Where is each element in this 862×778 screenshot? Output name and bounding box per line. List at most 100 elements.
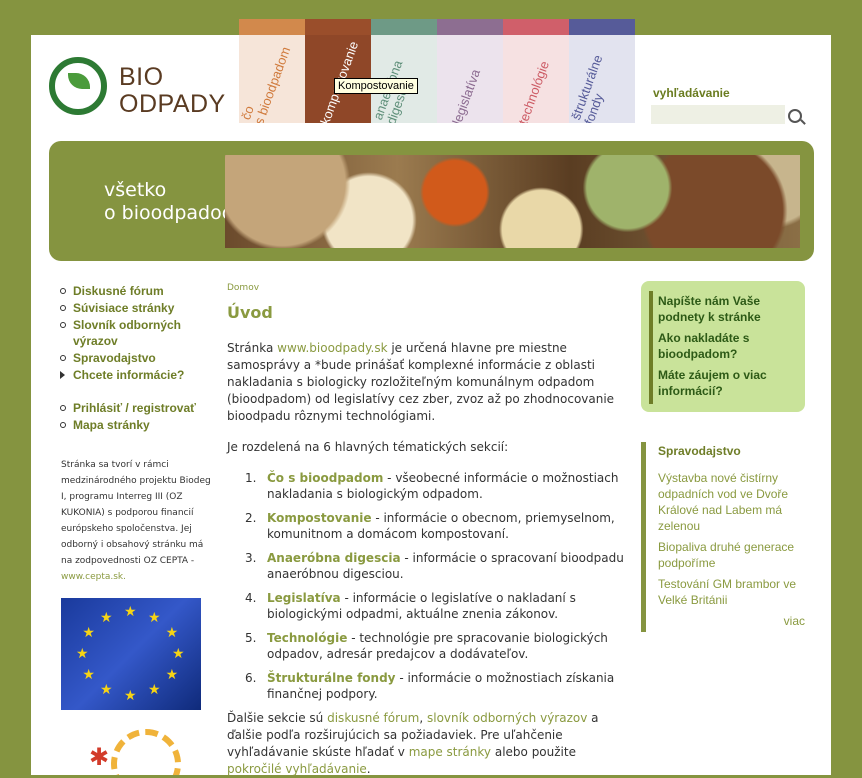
contact-box: Napíšte nám Vaše podnety k stránke Ako n… (641, 281, 805, 412)
section-link[interactable]: Legislatíva (267, 591, 341, 605)
nav-item[interactable]: Prihlásiť / registrovať (59, 400, 213, 416)
tab-body: čo s bioodpadom (239, 35, 305, 123)
section-item: 3. Anaeróbna digescia - informácie o spra… (227, 550, 627, 582)
section-link[interactable]: Čo s bioodpadom (267, 471, 383, 485)
star-icon: ★ (124, 604, 137, 620)
logo[interactable]: BIO ODPADY (31, 35, 226, 140)
news-item[interactable]: Biopaliva druhé generace podpoříme (658, 539, 803, 571)
nav-item[interactable]: Slovník odborných výrazov (59, 317, 213, 349)
cepta-link[interactable]: www.cepta.sk. (61, 572, 126, 582)
tab-label: legislatíva (449, 39, 493, 123)
footer-text-2: , (419, 711, 427, 725)
news-more-link[interactable]: viac (784, 614, 805, 628)
sitemap-link[interactable]: mape stránky (409, 745, 491, 759)
section-item: 1. Čo s bioodpadom - všeobecné informácie… (227, 470, 627, 502)
item-number: 2. (245, 511, 257, 525)
tab-color-bar (437, 19, 503, 35)
logo-text-line2: ODPADY (119, 90, 226, 118)
section-item: 4. Legislatíva - informácie o legislatíve… (227, 590, 627, 622)
star-icon: ★ (100, 609, 113, 626)
tab-label: technológie (515, 39, 559, 123)
footer-paragraph: Ďalšie sekcie sú diskusné fórum, slovník… (227, 710, 627, 778)
compost-photo (225, 155, 800, 248)
search-label: vyhľadávanie (653, 86, 730, 100)
advanced-search-link[interactable]: pokročilé vyhľadávanie (227, 762, 367, 776)
section-item: 6. Štrukturálne fondy - informácie o možn… (227, 670, 627, 702)
nav-item[interactable]: Spravodajstvo (59, 350, 213, 366)
sun-icon (111, 729, 181, 775)
info-link[interactable]: Máte záujem o viac informácií? (658, 367, 798, 399)
search-input[interactable] (651, 105, 785, 124)
tab-6[interactable]: štrukturálne fondy (569, 19, 635, 123)
tab-color-bar (503, 19, 569, 35)
footer-text-1: Ďalšie sekcie sú (227, 711, 328, 725)
main-content: Domov Úvod Stránka www.bioodpady.sk je u… (227, 283, 627, 778)
partner-logo: ✱ (61, 725, 201, 775)
sections-list: 1. Čo s bioodpadom - všeobecné informácie… (227, 470, 627, 702)
star-icon: ★ (82, 625, 95, 641)
star-icon: ★ (82, 667, 95, 683)
section-link[interactable]: Anaeróbna digescia (267, 551, 401, 565)
nav-item[interactable]: Diskusné fórum (59, 283, 213, 299)
tab-tooltip: Kompostovanie (334, 78, 418, 94)
banner-line2: o bioodpadoch (104, 202, 245, 224)
page: BIO ODPADY čos bioodpadomkompostovaniean… (31, 19, 831, 778)
star-icon: ★ (148, 609, 161, 626)
glossary-link[interactable]: slovník odborných výrazov (427, 711, 587, 725)
section-link[interactable]: Technológie (267, 631, 347, 645)
tab-3[interactable]: anaeróbnadigescia (371, 19, 437, 123)
footer-text-4: alebo použite (491, 745, 576, 759)
tab-body: štrukturálne fondy (569, 35, 635, 123)
star-icon: ★ (124, 688, 137, 704)
tab-4[interactable]: legislatíva (437, 19, 503, 123)
item-number: 4. (245, 591, 257, 605)
nav-item[interactable]: Chcete informácie? (59, 367, 213, 383)
item-number: 6. (245, 671, 257, 685)
banner-line1: všetko (104, 179, 167, 201)
tab-label: štrukturálne fondy (569, 34, 625, 123)
figure-icon: ✱ (89, 743, 110, 771)
section-item: 2. Kompostovanie - informácie o obecnom, … (227, 510, 627, 542)
survey-link[interactable]: Ako nakladáte s bioodpadom? (658, 330, 798, 362)
star-icon: ★ (100, 682, 113, 699)
news-item[interactable]: Testování GM brambor ve Velké Británii (658, 576, 803, 608)
breadcrumb[interactable]: Domov (227, 283, 627, 293)
project-note: Stránka sa tvorí v rámci medzinárodného … (61, 457, 211, 585)
box-accent (649, 291, 653, 404)
star-icon: ★ (165, 625, 179, 641)
footer-text-5: . (366, 762, 371, 776)
tab-label: čo s bioodpadom (239, 34, 295, 123)
star-icon: ★ (165, 667, 179, 683)
tab-color-bar (239, 19, 305, 35)
news-accent (641, 442, 646, 632)
banner-slogan: všetko o bioodpadoch (104, 179, 244, 225)
star-icon: ★ (76, 646, 89, 662)
site-link[interactable]: www.bioodpady.sk (277, 341, 387, 355)
feedback-link[interactable]: Napíšte nám Vaše podnety k stránke (658, 293, 798, 325)
star-icon: ★ (148, 682, 161, 699)
header-banner: všetko o bioodpadoch (49, 141, 814, 261)
tab-2[interactable]: kompostovanie (305, 19, 371, 123)
star-icon: ★ (172, 646, 185, 662)
news-heading: Spravodajstvo (658, 444, 741, 458)
project-note-text: Stránka sa tvorí v rámci medzinárodného … (61, 460, 211, 566)
tab-label-line1: legislatíva (449, 67, 484, 123)
nav-item[interactable]: Súvisiace stránky (59, 300, 213, 316)
tab-label-line1: technológie (515, 58, 553, 123)
tab-body: legislatíva (437, 35, 503, 123)
news-box: Spravodajstvo Výstavba nové čistírny odp… (641, 442, 805, 632)
news-item[interactable]: Výstavba nové čistírny odpadních vod ve … (658, 470, 803, 534)
item-number: 5. (245, 631, 257, 645)
item-number: 1. (245, 471, 257, 485)
section-link[interactable]: Kompostovanie (267, 511, 372, 525)
tab-1[interactable]: čo s bioodpadom (239, 19, 305, 123)
intro-paragraph: Stránka www.bioodpady.sk je určená hlavn… (227, 340, 627, 425)
forum-link[interactable]: diskusné fórum (327, 711, 419, 725)
section-link[interactable]: Štrukturálne fondy (267, 671, 396, 685)
tab-5[interactable]: technológie (503, 19, 569, 123)
search-icon[interactable] (788, 109, 802, 123)
tab-color-bar (569, 19, 635, 35)
nav-item[interactable]: Mapa stránky (59, 417, 213, 433)
tab-color-bar (305, 19, 371, 35)
intro-text-pre: Stránka (227, 341, 278, 355)
